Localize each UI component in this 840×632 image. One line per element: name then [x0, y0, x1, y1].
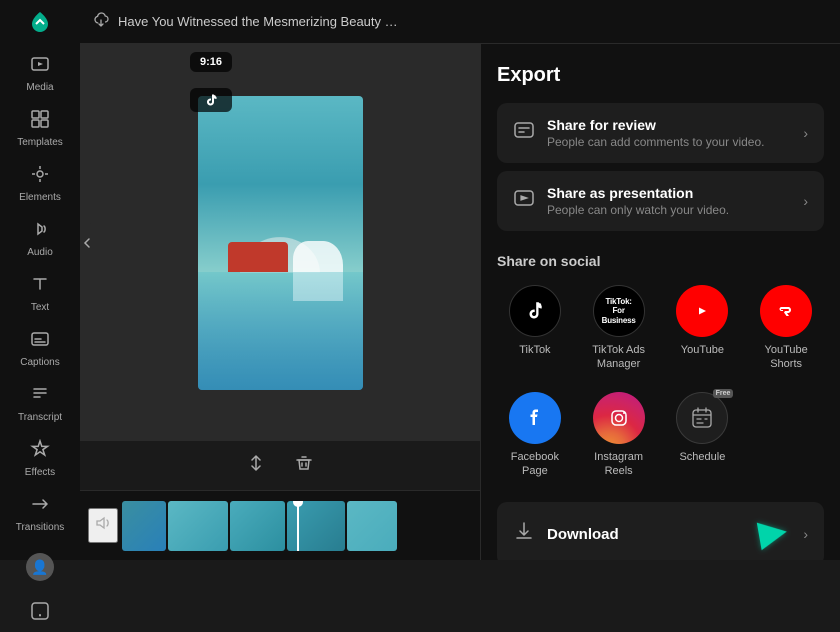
editor-area: 9:16 [80, 44, 480, 560]
share-presentation-desc: People can only watch your video. [547, 203, 791, 217]
share-for-review-card[interactable]: Share for review People can add comments… [497, 103, 824, 163]
sidebar-item-captions-label: Captions [20, 357, 59, 368]
social-tiktok-ads[interactable]: TikTok:For Business TikTok Ads Manager [581, 279, 657, 378]
download-arrow-icon: › [803, 526, 808, 542]
format-badge: 9:16 [190, 52, 232, 72]
sidebar-item-audio[interactable]: Audio [6, 213, 74, 264]
canvas-area: 9:16 [80, 44, 480, 441]
aspect-ratio: 9:16 [200, 56, 222, 68]
youtube-shorts-label: YouTube Shorts [752, 343, 820, 372]
facebook-icon [509, 392, 561, 444]
schedule-label: Schedule [679, 450, 725, 464]
share-review-arrow: › [803, 125, 808, 141]
social-schedule[interactable]: Free Schedule [665, 386, 741, 485]
tiktok-label: TikTok [519, 343, 550, 357]
timeline-clip-1[interactable] [122, 501, 166, 551]
share-review-desc: People can add comments to your video. [547, 135, 791, 149]
project-title: Have You Witnessed the Mesmerizing Beaut… [118, 14, 398, 29]
social-youtube[interactable]: YouTube [665, 279, 741, 378]
social-youtube-shorts[interactable]: YouTube Shorts [748, 279, 824, 378]
free-badge: Free [713, 389, 734, 398]
split-button[interactable] [242, 449, 270, 482]
share-review-icon [513, 119, 535, 147]
sidebar-item-elements-label: Elements [19, 192, 61, 203]
share-social-label: Share on social [497, 253, 824, 269]
timeline-playhead [297, 501, 299, 551]
cursor-indicator [755, 516, 791, 552]
timeline [80, 490, 480, 560]
logo [22, 8, 58, 36]
sidebar-item-transitions-label: Transitions [16, 522, 65, 533]
schedule-icon: Free [676, 392, 728, 444]
topbar: Have You Witnessed the Mesmerizing Beaut… [80, 0, 840, 44]
audio-icon [30, 219, 50, 244]
share-review-title: Share for review [547, 117, 791, 133]
sidebar-item-text-label: Text [31, 302, 49, 313]
transcript-icon [30, 384, 50, 409]
instagram-icon [593, 392, 645, 444]
timeline-clip-4[interactable] [287, 501, 345, 551]
sidebar-item-audio-label: Audio [27, 247, 53, 258]
sidebar-item-media[interactable]: Media [6, 48, 74, 99]
social-tiktok[interactable]: TikTok [497, 279, 573, 378]
sidebar-item-text[interactable]: Text [6, 268, 74, 319]
share-as-presentation-card[interactable]: Share as presentation People can only wa… [497, 171, 824, 231]
transitions-icon [30, 494, 50, 519]
download-bar[interactable]: Download › [497, 502, 824, 560]
help-button[interactable] [6, 595, 74, 632]
export-panel: Export Share for review People can add c… [480, 44, 840, 560]
instagram-label: Instagram Reels [585, 450, 653, 479]
tiktok-ads-icon: TikTok:For Business [593, 285, 645, 337]
sidebar-item-transcript-label: Transcript [18, 412, 62, 423]
social-grid: TikTok TikTok:For Business TikTok Ads Ma… [497, 279, 824, 484]
volume-button[interactable] [88, 508, 118, 543]
tiktok-icon [509, 285, 561, 337]
download-label: Download [547, 526, 743, 543]
sidebar-item-effects-label: Effects [25, 467, 55, 478]
account-button[interactable]: 👤 [6, 547, 74, 587]
panel-collapse-handle[interactable] [80, 223, 94, 263]
share-presentation-title: Share as presentation [547, 185, 791, 201]
video-preview [198, 96, 363, 390]
main-area: Have You Witnessed the Mesmerizing Beaut… [80, 0, 840, 560]
download-icon [513, 520, 535, 548]
social-instagram[interactable]: Instagram Reels [581, 386, 657, 485]
help-icon [30, 601, 50, 626]
share-presentation-arrow: › [803, 193, 808, 209]
share-presentation-icon [513, 187, 535, 215]
youtube-shorts-icon [760, 285, 812, 337]
sidebar-item-captions[interactable]: Captions [6, 323, 74, 374]
sidebar-item-templates[interactable]: Templates [6, 103, 74, 154]
platform-badge [190, 88, 232, 112]
timeline-clip-3[interactable] [230, 501, 285, 551]
sidebar-item-elements[interactable]: Elements [6, 158, 74, 209]
editor-toolbar [80, 441, 480, 490]
export-title: Export [497, 64, 824, 87]
effects-icon [30, 439, 50, 464]
delete-button[interactable] [290, 449, 318, 482]
text-icon [30, 274, 50, 299]
youtube-icon [676, 285, 728, 337]
content-area: 9:16 [80, 44, 840, 560]
elements-icon [30, 164, 50, 189]
sidebar-item-transitions[interactable]: Transitions [6, 488, 74, 539]
facebook-label: Facebook Page [501, 450, 569, 479]
sidebar-item-effects[interactable]: Effects [6, 433, 74, 484]
sidebar-item-templates-label: Templates [17, 137, 63, 148]
social-facebook[interactable]: Facebook Page [497, 386, 573, 485]
timeline-clip-2[interactable] [168, 501, 228, 551]
tiktok-ads-label: TikTok Ads Manager [585, 343, 653, 372]
sidebar-item-media-label: Media [26, 82, 53, 93]
timeline-clip-5[interactable] [347, 501, 397, 551]
captions-icon [30, 329, 50, 354]
templates-icon [30, 109, 50, 134]
sidebar: Media Templates Elements [0, 0, 80, 560]
timeline-clips [122, 501, 472, 551]
sidebar-item-transcript[interactable]: Transcript [6, 378, 74, 429]
cloud-icon [92, 10, 110, 33]
media-icon [30, 54, 50, 79]
youtube-label: YouTube [681, 343, 724, 357]
